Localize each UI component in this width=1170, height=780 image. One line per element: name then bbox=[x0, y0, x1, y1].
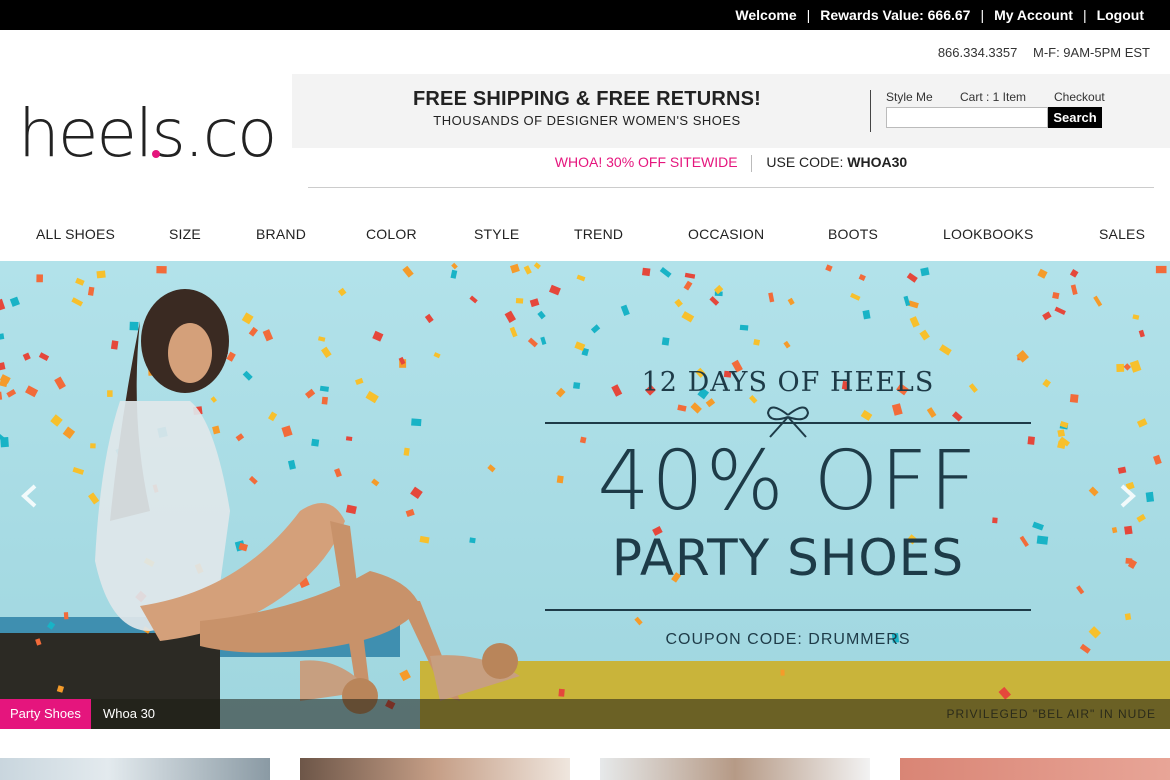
thumbnail-1[interactable] bbox=[0, 758, 270, 780]
nav-sales[interactable]: SALES bbox=[1099, 226, 1145, 242]
confetti-piece bbox=[641, 267, 651, 277]
hero-coupon: COUPON CODE: DRUMMERS bbox=[665, 631, 911, 648]
slide-tabs: Party Shoes Whoa 30 PRIVILEGED "BEL AIR"… bbox=[0, 699, 1170, 729]
confetti-piece bbox=[515, 298, 524, 304]
hero-caption: PRIVILEGED "BEL AIR" IN NUDE bbox=[946, 707, 1156, 721]
thumbnail-4[interactable] bbox=[900, 758, 1170, 780]
shipping-promo: FREE SHIPPING & FREE RETURNS! THOUSANDS … bbox=[292, 88, 882, 128]
confetti-piece bbox=[156, 265, 167, 274]
nav-color[interactable]: COLOR bbox=[366, 226, 417, 242]
logo-wordmark: heels.com bbox=[18, 95, 340, 172]
nav-lookbooks[interactable]: LOOKBOOKS bbox=[943, 226, 1034, 242]
confetti-piece bbox=[403, 447, 410, 456]
logout-link[interactable]: Logout bbox=[1097, 7, 1144, 23]
confetti-piece bbox=[780, 669, 785, 676]
confetti-piece bbox=[1124, 525, 1133, 535]
shipping-headline: FREE SHIPPING & FREE RETURNS! bbox=[412, 88, 762, 110]
business-hours: M-F: 9AM-5PM EST bbox=[1032, 45, 1150, 60]
hero-days-title: 12 DAYS OF HEELS bbox=[641, 367, 935, 398]
nav-boots[interactable]: BOOTS bbox=[828, 226, 878, 242]
my-account-link[interactable]: My Account bbox=[994, 7, 1073, 23]
confetti-piece bbox=[1155, 265, 1167, 274]
divider: | bbox=[1082, 7, 1087, 23]
search-button[interactable]: Search bbox=[1048, 107, 1102, 128]
nav-style[interactable]: STYLE bbox=[474, 226, 519, 242]
rewards-value: Rewards Value: 666.67 bbox=[820, 7, 971, 23]
top-bar: Welcome | Rewards Value: 666.67 | My Acc… bbox=[0, 0, 1170, 30]
confetti-piece bbox=[1036, 535, 1049, 545]
confetti-piece bbox=[1069, 394, 1079, 403]
logo-dot bbox=[152, 150, 160, 158]
confetti-piece bbox=[63, 612, 69, 620]
hero-banner[interactable]: 12 DAYS OF HEELS 40% OFF PARTY SHOES COU… bbox=[0, 261, 1170, 729]
welcome-text: Welcome bbox=[735, 7, 797, 23]
style-me-link[interactable]: Style Me bbox=[886, 90, 933, 104]
confetti-piece bbox=[739, 324, 749, 331]
code-label: USE CODE: bbox=[766, 154, 844, 170]
hero-category: PARTY SHOES bbox=[611, 529, 965, 587]
thumbnail-2[interactable] bbox=[300, 758, 570, 780]
top-links: Welcome | Rewards Value: 666.67 | My Acc… bbox=[735, 0, 1144, 30]
sitewide-offer: WHOA! 30% OFF SITEWIDE USE CODE: WHOA30 bbox=[308, 154, 1154, 188]
search-bar: Search bbox=[886, 107, 1104, 128]
confetti-piece bbox=[311, 438, 320, 447]
slide-tab-whoa-30[interactable]: Whoa 30 bbox=[93, 699, 165, 729]
nav-occasion[interactable]: OCCASION bbox=[688, 226, 764, 242]
promo-panel: FREE SHIPPING & FREE RETURNS! THOUSANDS … bbox=[292, 74, 1170, 148]
nav-size[interactable]: SIZE bbox=[169, 226, 201, 242]
confetti-piece bbox=[129, 321, 139, 331]
promo-code: WHOA30 bbox=[847, 154, 908, 170]
checkout-link[interactable]: Checkout bbox=[1054, 90, 1105, 104]
confetti-piece bbox=[1116, 363, 1125, 373]
confetti-piece bbox=[110, 340, 119, 350]
cart-link[interactable]: Cart : 1 Item bbox=[960, 90, 1026, 104]
shipping-subline: THOUSANDS OF DESIGNER WOMEN'S SHOES bbox=[433, 113, 741, 128]
confetti-piece bbox=[1125, 557, 1133, 565]
confetti-piece bbox=[661, 337, 670, 346]
chevron-left-icon[interactable] bbox=[17, 483, 43, 509]
slide-tab-party-shoes[interactable]: Party Shoes bbox=[0, 699, 91, 729]
confetti-piece bbox=[0, 436, 9, 448]
confetti-piece bbox=[90, 443, 96, 449]
site-logo[interactable]: heels.com bbox=[18, 76, 340, 172]
confetti-piece bbox=[36, 274, 43, 283]
confetti-piece bbox=[469, 537, 476, 544]
confetti-piece bbox=[1052, 292, 1060, 300]
confetti-piece bbox=[96, 270, 106, 279]
divider: | bbox=[806, 7, 811, 23]
confetti-piece bbox=[321, 396, 328, 405]
confetti-piece bbox=[345, 436, 353, 442]
contact-info: 866.334.3357 M-F: 9AM-5PM EST bbox=[938, 45, 1150, 60]
phone-number: 866.334.3357 bbox=[937, 45, 1018, 60]
confetti-piece bbox=[1145, 491, 1155, 503]
confetti-piece bbox=[411, 418, 422, 427]
hero-discount: 40% OFF bbox=[597, 434, 979, 529]
main-nav: ALL SHOES SIZE BRAND COLOR STYLE TREND O… bbox=[0, 218, 1170, 250]
nav-all-shoes[interactable]: ALL SHOES bbox=[36, 226, 115, 242]
divider: | bbox=[980, 7, 985, 23]
logo-text: heels.com bbox=[18, 95, 278, 166]
confetti-piece bbox=[558, 688, 565, 697]
confetti-piece bbox=[1124, 613, 1132, 621]
thumbnail-3[interactable] bbox=[600, 758, 870, 780]
confetti-piece bbox=[920, 267, 930, 277]
divider bbox=[751, 154, 753, 172]
confetti-piece bbox=[107, 390, 113, 397]
divider bbox=[870, 90, 871, 132]
chevron-right-icon[interactable] bbox=[1114, 483, 1140, 509]
nav-brand[interactable]: BRAND bbox=[256, 226, 306, 242]
confetti-piece bbox=[753, 339, 761, 346]
sitewide-offer-text[interactable]: WHOA! 30% OFF SITEWIDE bbox=[555, 154, 738, 170]
confetti-piece bbox=[1057, 429, 1066, 438]
nav-trend[interactable]: TREND bbox=[574, 226, 623, 242]
search-input[interactable] bbox=[886, 107, 1048, 128]
